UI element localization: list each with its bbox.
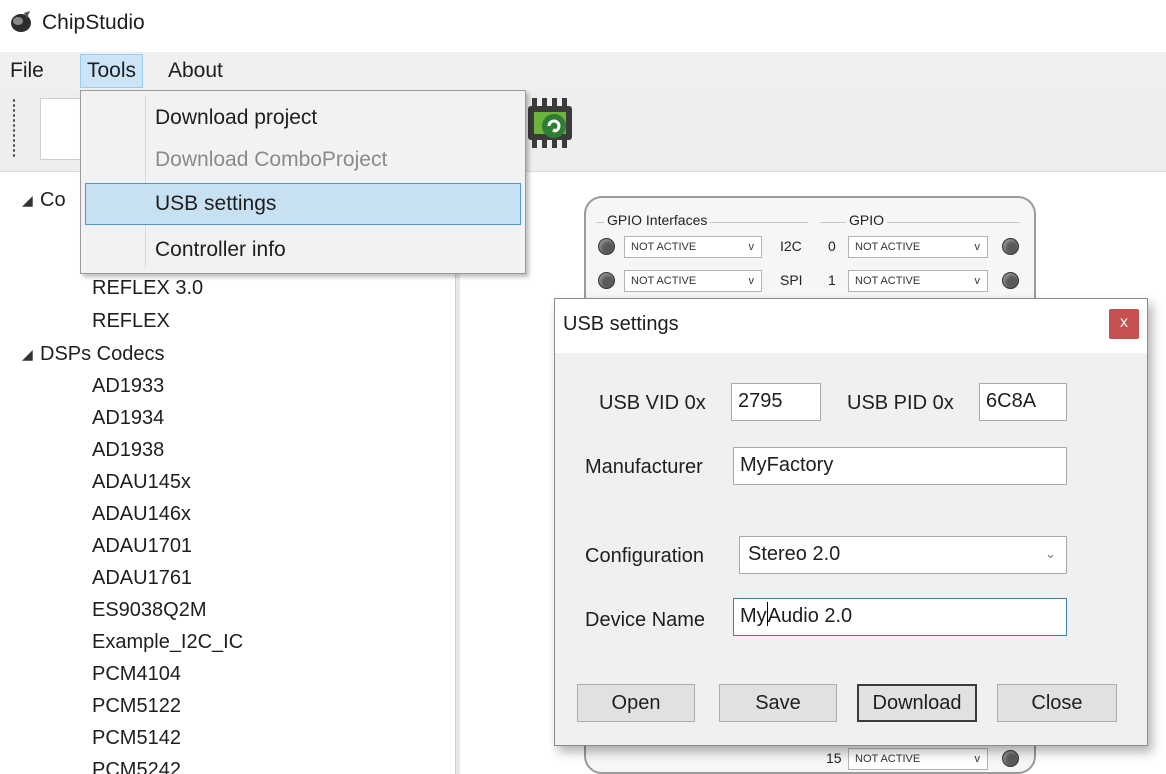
menu-item-download-project[interactable]: Download project: [85, 97, 521, 139]
chevron-down-icon: ⌄: [1045, 546, 1056, 561]
usb-vid-input[interactable]: 2795: [731, 383, 821, 421]
usb-pid-input[interactable]: 6C8A: [979, 383, 1067, 421]
tree-item[interactable]: ADAU145x: [92, 468, 191, 498]
download-button[interactable]: Download: [857, 684, 977, 722]
tree-item[interactable]: ADAU1701: [92, 532, 192, 562]
manufacturer-input[interactable]: MyFactory: [733, 447, 1067, 485]
open-button[interactable]: Open: [577, 684, 695, 722]
tree-item[interactable]: PCM5242: [92, 756, 181, 774]
usb-pid-label: USB PID 0x: [847, 392, 954, 414]
tree-item[interactable]: REFLEX: [92, 307, 170, 337]
close-icon[interactable]: x: [1109, 309, 1139, 339]
gpio-index: 15: [826, 750, 842, 766]
device-name-label: Device Name: [585, 609, 706, 631]
tree-item[interactable]: AD1933: [92, 372, 164, 402]
status-led: [1002, 272, 1019, 289]
tree-item[interactable]: PCM5122: [92, 692, 181, 722]
status-led: [1002, 238, 1019, 255]
gpio-index: 1: [828, 272, 836, 288]
chevron-down-icon: v: [748, 241, 755, 253]
chevron-down-icon: v: [748, 275, 755, 287]
interface-select[interactable]: NOT ACTIVE v: [624, 270, 762, 292]
usb-vid-label: USB VID 0x: [599, 392, 706, 414]
tree-item[interactable]: ADAU1761: [92, 564, 192, 594]
usb-settings-dialog: USB settings x USB VID 0x 2795 USB PID 0…: [554, 298, 1148, 746]
tree-item[interactable]: PCM4104: [92, 660, 181, 690]
tree-group-dsps-codecs[interactable]: DSPs Codecs: [40, 340, 165, 370]
menu-tools[interactable]: Tools: [80, 54, 144, 88]
interface-select[interactable]: NOT ACTIVE v: [624, 236, 762, 258]
dialog-titlebar[interactable]: USB settings x: [555, 299, 1147, 353]
tree-item[interactable]: PCM5142: [92, 724, 181, 754]
gpio-select[interactable]: NOT ACTIVE v: [848, 270, 988, 292]
menu-file[interactable]: File: [4, 54, 50, 88]
menu-bar: File Tools About: [0, 52, 1166, 90]
interface-name: SPI: [780, 272, 803, 288]
menu-item-download-comboproject: Download ComboProject: [155, 148, 388, 171]
tools-menu-dropdown: Download project Download ComboProject U…: [80, 90, 526, 274]
collapse-arrow-icon[interactable]: ◢: [22, 340, 33, 368]
tree-item[interactable]: AD1934: [92, 404, 164, 434]
tree-item[interactable]: Example_I2C_IC: [92, 628, 243, 658]
tree-item[interactable]: ES9038Q2M: [92, 596, 207, 626]
status-led: [598, 272, 615, 289]
gpio-select[interactable]: NOT ACTIVE v: [848, 748, 988, 770]
gpio-index: 0: [828, 238, 836, 254]
menu-item-controller-info[interactable]: Controller info: [85, 229, 521, 271]
tree-item[interactable]: AD1938: [92, 436, 164, 466]
configuration-label: Configuration: [585, 545, 704, 567]
app-logo-icon: [11, 11, 31, 32]
interface-name: I2C: [780, 238, 802, 254]
manufacturer-label: Manufacturer: [585, 456, 703, 478]
gpio-label: GPIO: [846, 212, 888, 228]
chevron-down-icon: v: [974, 275, 981, 287]
gpio-select[interactable]: NOT ACTIVE v: [848, 236, 988, 258]
chevron-down-icon: v: [974, 241, 981, 253]
collapse-arrow-icon[interactable]: ◢: [22, 186, 33, 214]
tree-group-controllers[interactable]: Co: [40, 186, 66, 216]
configuration-select[interactable]: Stereo 2.0 ⌄: [739, 536, 1067, 574]
save-button[interactable]: Save: [719, 684, 837, 722]
status-led: [598, 238, 615, 255]
device-name-input[interactable]: MyAudio 2.0: [733, 598, 1067, 636]
menu-item-usb-settings[interactable]: USB settings: [85, 183, 521, 225]
gpio-interfaces-label: GPIO Interfaces: [604, 212, 711, 228]
chip-controller-icon[interactable]: [522, 96, 590, 154]
tree-item[interactable]: ADAU146x: [92, 500, 191, 530]
menu-about[interactable]: About: [162, 54, 229, 88]
dialog-title: USB settings: [563, 313, 679, 335]
status-led: [1002, 750, 1019, 767]
window-titlebar: ChipStudio: [0, 0, 1166, 48]
chevron-down-icon: v: [974, 753, 981, 765]
window-title: ChipStudio: [42, 11, 145, 34]
tree-item[interactable]: REFLEX 3.0: [92, 274, 203, 304]
close-button[interactable]: Close: [997, 684, 1117, 722]
toolbar-grip[interactable]: [12, 98, 16, 158]
